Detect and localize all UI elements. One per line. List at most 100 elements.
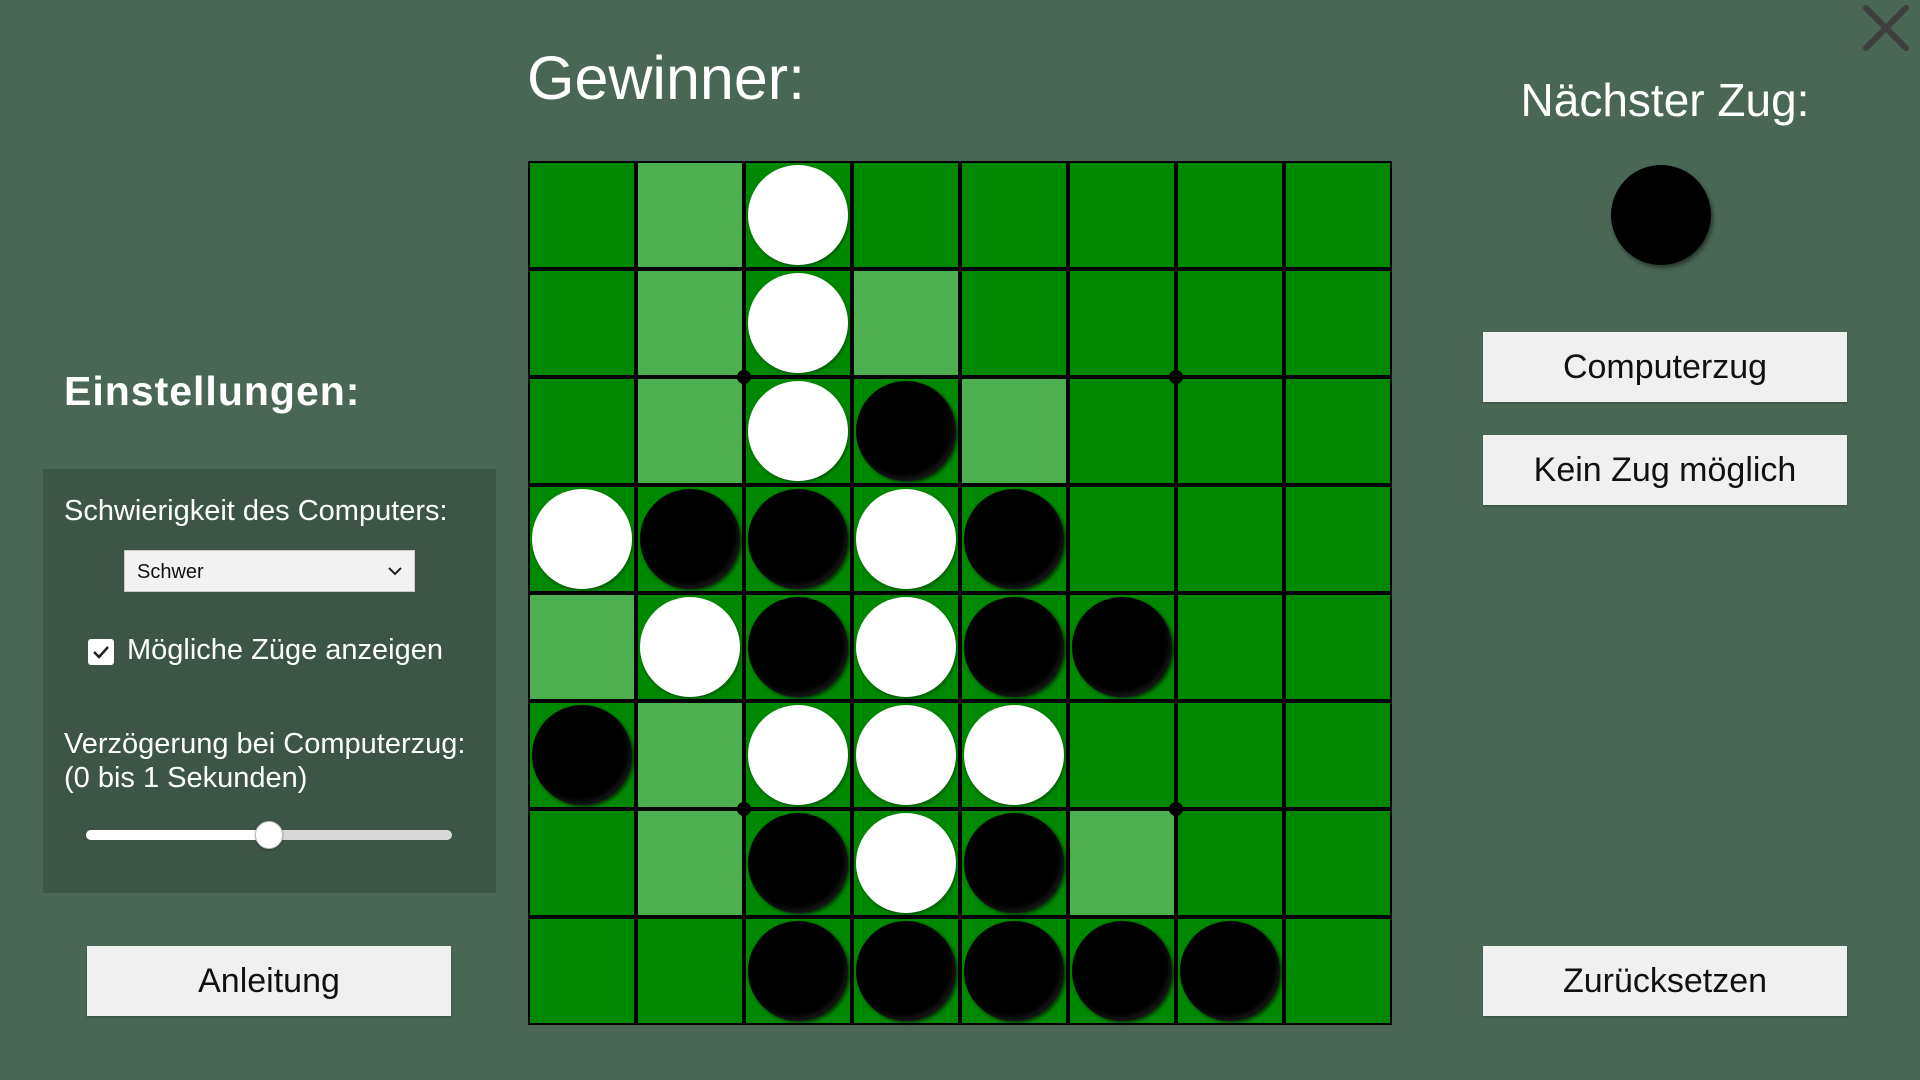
- board-cell[interactable]: [962, 271, 1066, 375]
- board-cell[interactable]: [1070, 271, 1174, 375]
- board-cell[interactable]: [962, 595, 1066, 699]
- black-piece: [856, 381, 956, 481]
- board-cell[interactable]: [1286, 595, 1390, 699]
- board-cell[interactable]: [1178, 595, 1282, 699]
- no-move-possible-button[interactable]: Kein Zug möglich: [1483, 435, 1847, 505]
- board-cell[interactable]: [1178, 379, 1282, 483]
- black-piece: [1072, 921, 1172, 1021]
- delay-slider[interactable]: [86, 820, 452, 850]
- reset-button[interactable]: Zurücksetzen: [1483, 946, 1847, 1016]
- board-cell[interactable]: [746, 163, 850, 267]
- board-cell-possible-move[interactable]: [854, 271, 958, 375]
- board-cell-possible-move[interactable]: [638, 703, 742, 807]
- black-piece: [964, 921, 1064, 1021]
- board-cell[interactable]: [962, 811, 1066, 915]
- board-cell[interactable]: [962, 487, 1066, 591]
- board-cell-possible-move[interactable]: [530, 595, 634, 699]
- board-cell[interactable]: [530, 811, 634, 915]
- delay-range-label: (0 bis 1 Sekunden): [64, 762, 308, 794]
- white-piece: [748, 705, 848, 805]
- board-cell[interactable]: [746, 379, 850, 483]
- black-piece: [748, 597, 848, 697]
- board-cell[interactable]: [746, 595, 850, 699]
- next-move-label: Nächster Zug:: [1520, 74, 1810, 126]
- board-cell[interactable]: [1178, 271, 1282, 375]
- board-cell[interactable]: [1286, 919, 1390, 1023]
- board-cell[interactable]: [530, 703, 634, 807]
- board-cell[interactable]: [1286, 487, 1390, 591]
- white-piece: [856, 597, 956, 697]
- board-cell[interactable]: [1070, 379, 1174, 483]
- board-cell[interactable]: [1286, 163, 1390, 267]
- board-cell-possible-move[interactable]: [638, 379, 742, 483]
- board-cell[interactable]: [638, 487, 742, 591]
- board-cell[interactable]: [530, 919, 634, 1023]
- board-cell[interactable]: [1286, 271, 1390, 375]
- instructions-button[interactable]: Anleitung: [87, 946, 451, 1016]
- board-cell-possible-move[interactable]: [638, 811, 742, 915]
- board-cell[interactable]: [638, 595, 742, 699]
- board-cell[interactable]: [530, 271, 634, 375]
- board-cell[interactable]: [1070, 703, 1174, 807]
- board-cell[interactable]: [1286, 379, 1390, 483]
- board-cell[interactable]: [530, 163, 634, 267]
- board-star-point: [737, 370, 751, 384]
- black-piece: [640, 489, 740, 589]
- board-cell[interactable]: [854, 163, 958, 267]
- board-cell[interactable]: [854, 487, 958, 591]
- board-cell[interactable]: [638, 919, 742, 1023]
- board-cell[interactable]: [746, 271, 850, 375]
- board-cell[interactable]: [1070, 487, 1174, 591]
- board-cell[interactable]: [854, 703, 958, 807]
- board-cell[interactable]: [854, 379, 958, 483]
- board-cell[interactable]: [746, 487, 850, 591]
- board-cell-possible-move[interactable]: [962, 379, 1066, 483]
- black-piece: [856, 921, 956, 1021]
- board-cell[interactable]: [962, 163, 1066, 267]
- computer-move-button[interactable]: Computerzug: [1483, 332, 1847, 402]
- slider-thumb[interactable]: [255, 821, 283, 849]
- black-piece: [532, 705, 632, 805]
- black-piece: [748, 489, 848, 589]
- board-cell[interactable]: [1178, 487, 1282, 591]
- black-piece: [964, 597, 1064, 697]
- board-cell[interactable]: [1178, 919, 1282, 1023]
- board-cell[interactable]: [746, 811, 850, 915]
- board-cell[interactable]: [962, 919, 1066, 1023]
- white-piece: [964, 705, 1064, 805]
- board-cell-possible-move[interactable]: [638, 163, 742, 267]
- board-cell[interactable]: [1070, 919, 1174, 1023]
- next-move-piece: [1611, 165, 1711, 265]
- board-cell[interactable]: [530, 379, 634, 483]
- board-cell[interactable]: [1070, 595, 1174, 699]
- black-piece: [1072, 597, 1172, 697]
- board-cell[interactable]: [854, 919, 958, 1023]
- board-cell[interactable]: [1286, 811, 1390, 915]
- white-piece: [856, 489, 956, 589]
- black-piece: [748, 921, 848, 1021]
- close-icon[interactable]: [1860, 2, 1912, 54]
- board-cell[interactable]: [746, 919, 850, 1023]
- board-cell[interactable]: [1178, 811, 1282, 915]
- board-cell[interactable]: [1070, 163, 1174, 267]
- board-cell[interactable]: [854, 595, 958, 699]
- board-cell[interactable]: [962, 703, 1066, 807]
- board-cell[interactable]: [530, 487, 634, 591]
- board-star-point: [1169, 802, 1183, 816]
- board-cell[interactable]: [1286, 703, 1390, 807]
- board-cell[interactable]: [1178, 703, 1282, 807]
- white-piece: [856, 705, 956, 805]
- show-moves-checkbox[interactable]: [88, 639, 114, 665]
- board-cell-possible-move[interactable]: [638, 271, 742, 375]
- white-piece: [856, 813, 956, 913]
- white-piece: [532, 489, 632, 589]
- board-star-point: [737, 802, 751, 816]
- difficulty-label: Schwierigkeit des Computers:: [64, 495, 448, 527]
- board-cell[interactable]: [1178, 163, 1282, 267]
- board-cell-possible-move[interactable]: [1070, 811, 1174, 915]
- difficulty-selected-value: Schwer: [137, 561, 204, 583]
- difficulty-select[interactable]: Schwer: [124, 550, 415, 592]
- board-cell[interactable]: [746, 703, 850, 807]
- show-moves-label: Mögliche Züge anzeigen: [127, 634, 443, 666]
- board-cell[interactable]: [854, 811, 958, 915]
